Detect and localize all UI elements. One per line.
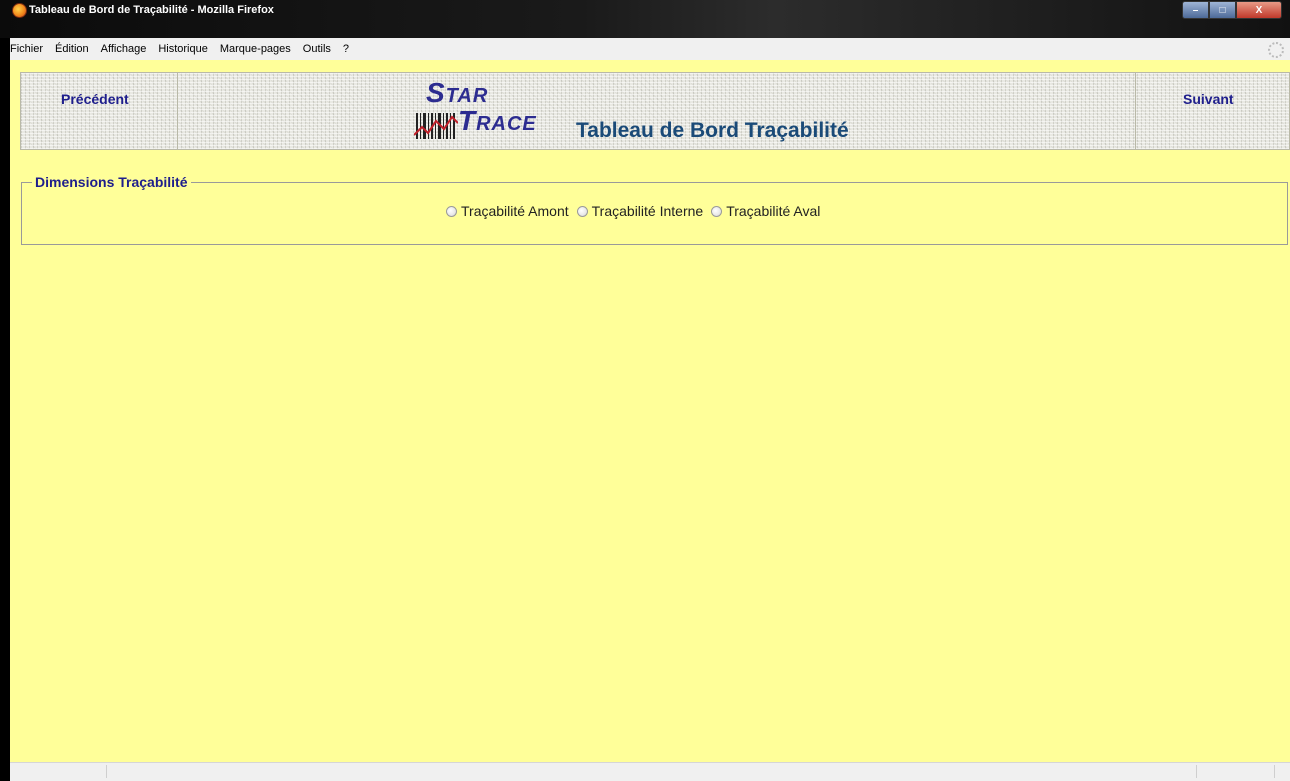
menu-item-edition[interactable]: Édition [55, 43, 89, 55]
status-bar [10, 762, 1290, 781]
menu-item-fichier[interactable]: Fichier [10, 43, 43, 55]
option-amont[interactable]: Traçabilité Amont [446, 203, 569, 219]
menu-item-outils[interactable]: Outils [303, 43, 331, 55]
dimensions-legend: Dimensions Traçabilité [32, 174, 191, 190]
firefox-icon [12, 3, 27, 18]
maximize-button[interactable]: □ [1209, 1, 1236, 19]
minimize-button[interactable]: – [1182, 1, 1209, 19]
dimensions-radio-group: Traçabilité Amont Traçabilité Interne Tr… [446, 203, 828, 219]
dimensions-fieldset: Dimensions Traçabilité Traçabilité Amont… [21, 174, 1288, 245]
header-banner: Précédent Star Trace Tableau de Bord Tra… [20, 72, 1290, 150]
header-cell-next: Suivant [1135, 73, 1289, 149]
previous-link[interactable]: Précédent [61, 91, 129, 107]
menu-item-affichage[interactable]: Affichage [101, 43, 147, 55]
menu-item-aide[interactable]: ? [343, 43, 349, 55]
startrace-logo: Star Trace [414, 77, 574, 147]
status-divider [106, 765, 107, 778]
option-interne[interactable]: Traçabilité Interne [576, 203, 704, 219]
option-aval[interactable]: Traçabilité Aval [711, 203, 820, 219]
page-title: Tableau de Bord Traçabilité [576, 119, 849, 142]
menu-bar: Fichier Édition Affichage Historique Mar… [10, 38, 1290, 60]
header-cell-title: Star Trace Tableau de Bord Traçabilité [178, 73, 1135, 149]
window-controls: – □ X [1182, 1, 1282, 19]
window-title: Tableau de Bord de Traçabilité - Mozilla… [29, 4, 274, 16]
radio-interne-label: Traçabilité Interne [591, 203, 704, 219]
radio-interne[interactable] [576, 205, 588, 217]
close-button[interactable]: X [1236, 1, 1282, 19]
radio-aval[interactable] [711, 205, 723, 217]
window-title-bar: Tableau de Bord de Traçabilité - Mozilla… [0, 0, 1290, 38]
radio-amont-label: Traçabilité Amont [461, 203, 569, 219]
radio-amont[interactable] [446, 205, 457, 217]
status-divider [1274, 765, 1275, 778]
menu-item-marque-pages[interactable]: Marque-pages [220, 43, 291, 55]
barcode-graphic [414, 113, 458, 139]
next-link[interactable]: Suivant [1183, 91, 1234, 107]
page-content: Précédent Star Trace Tableau de Bord Tra… [10, 60, 1290, 762]
radio-aval-label: Traçabilité Aval [726, 203, 821, 219]
throbber-icon [1268, 42, 1284, 58]
logo-trace-text: Trace [458, 105, 537, 136]
status-divider [1196, 765, 1197, 778]
header-cell-prev: Précédent [21, 73, 178, 149]
menu-item-historique[interactable]: Historique [158, 43, 208, 55]
